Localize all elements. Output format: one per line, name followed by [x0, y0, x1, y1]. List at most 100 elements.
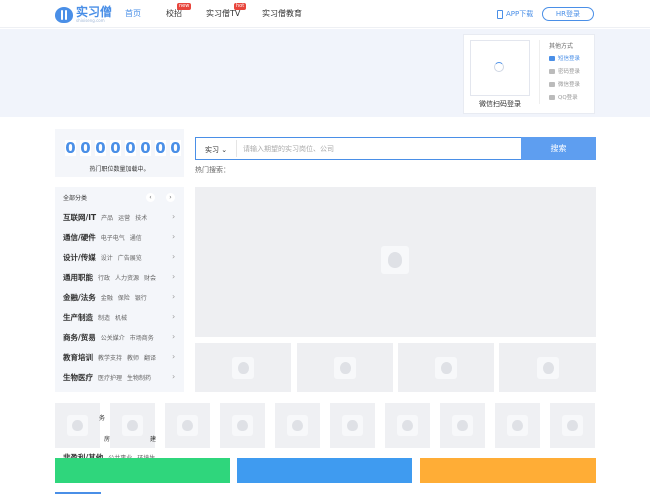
wechat-icon: [549, 81, 555, 87]
category-sub[interactable]: 医疗护理: [98, 373, 122, 382]
chevron-right-icon: ›: [172, 372, 176, 381]
chevron-right-icon: ›: [172, 232, 176, 241]
search-button[interactable]: 搜索: [521, 137, 596, 160]
chevron-right-icon: ›: [172, 292, 176, 301]
image-placeholder-icon: [342, 415, 363, 436]
category-sub[interactable]: 银行: [135, 293, 147, 302]
chevron-right-icon: ›: [172, 272, 176, 281]
category-sub[interactable]: 运营: [118, 213, 130, 222]
hot-search-label: 热门搜索：: [195, 166, 230, 174]
chevron-right-icon: ›: [172, 332, 176, 341]
chevron-right-icon: ›: [172, 212, 176, 221]
new-badge: new: [177, 3, 192, 10]
job-counter: 0 0 0 0 0 0 0 0: [65, 140, 181, 156]
chevron-right-icon: ›: [172, 312, 176, 321]
login-option-sms[interactable]: 短信登录: [549, 54, 580, 62]
category-sub[interactable]: 广告展览: [118, 253, 142, 262]
feature-bar-blue[interactable]: [237, 458, 412, 483]
app-download-link[interactable]: APP下载: [497, 9, 533, 19]
category-main: 金融/法务: [63, 292, 96, 302]
category-row[interactable]: 金融/法务 金融 保险 银行: [63, 291, 181, 303]
category-row[interactable]: 生物医疗 医疗护理 生物制药: [63, 371, 181, 383]
category-main: 通信/硬件: [63, 232, 96, 242]
mail-icon: [549, 55, 555, 61]
chevron-down-icon: ⌄: [221, 146, 228, 154]
active-tab-underline: [55, 492, 101, 494]
category-sub[interactable]: 市场商务: [130, 333, 154, 342]
counter-digit: 0: [170, 139, 181, 157]
logo-icon: [55, 7, 73, 23]
image-placeholder-icon: [287, 415, 308, 436]
category-sub[interactable]: 教师: [127, 353, 139, 362]
hot-badge: hot: [234, 3, 247, 10]
counter-digit: 0: [65, 139, 76, 157]
category-sub[interactable]: 公关媒介: [101, 333, 125, 342]
site-logo[interactable]: 实习僧 shixiseng.com: [55, 5, 112, 25]
category-main: 通用职能: [63, 272, 93, 282]
category-overflow-text: 建: [150, 436, 157, 443]
category-sub[interactable]: 制造: [98, 313, 110, 322]
nav-education[interactable]: 实习僧教育: [262, 0, 302, 28]
category-main: 生物医疗: [63, 372, 93, 382]
login-divider: [539, 40, 540, 104]
category-row[interactable]: 商务/贸易 公关媒介 市场商务: [63, 331, 181, 343]
search-type-select[interactable]: 实习 ⌄: [205, 145, 227, 155]
category-sub[interactable]: 设计: [101, 253, 113, 262]
category-sub[interactable]: 产品: [101, 213, 113, 222]
category-main: 互联网/IT: [63, 212, 97, 222]
login-option-qq[interactable]: QQ登录: [549, 93, 578, 101]
chevron-right-icon: ›: [172, 352, 176, 361]
category-sub[interactable]: 通信: [130, 233, 142, 242]
image-placeholder-icon: [381, 246, 409, 274]
login-option-password[interactable]: 密码登录: [549, 67, 580, 75]
category-row[interactable]: 教育培训 教学支持 教师 翻译: [63, 351, 181, 363]
search-separator: [236, 140, 237, 157]
image-placeholder-icon: [397, 415, 418, 436]
category-sub[interactable]: 技术: [135, 213, 147, 222]
category-row[interactable]: 设计/传媒 设计 广告展览: [63, 251, 181, 263]
image-placeholder-icon: [67, 415, 88, 436]
hr-login-button[interactable]: HR登录: [542, 7, 594, 21]
feature-bar-green[interactable]: [55, 458, 230, 483]
category-sub[interactable]: 行政: [98, 273, 110, 282]
feature-bar-orange[interactable]: [420, 458, 596, 483]
category-sub[interactable]: 电子电气: [101, 233, 125, 242]
login-option-wechat[interactable]: 微信登录: [549, 80, 580, 88]
app-download-label: APP下载: [506, 10, 534, 18]
counter-label: 热门职位数量加载中。: [89, 166, 150, 173]
chevron-right-icon[interactable]: ›: [166, 193, 175, 202]
image-placeholder-icon: [537, 357, 559, 379]
image-placeholder-icon: [122, 415, 143, 436]
category-sub[interactable]: 保险: [118, 293, 130, 302]
counter-digit: 0: [110, 139, 121, 157]
chevron-left-icon[interactable]: ‹: [146, 193, 155, 202]
lock-icon: [549, 68, 555, 74]
category-overflow-text: 务: [99, 415, 106, 422]
category-row[interactable]: 通用职能 行政 人力资源 财会: [63, 271, 181, 283]
category-row[interactable]: 通信/硬件 电子电气 通信: [63, 231, 181, 243]
image-placeholder-icon: [232, 415, 253, 436]
category-row[interactable]: 互联网/IT 产品 运营 技术: [63, 211, 181, 223]
category-row[interactable]: 生产制造 制造 机械: [63, 311, 181, 323]
category-sub[interactable]: 教学支持: [98, 353, 122, 362]
counter-digit: 0: [80, 139, 91, 157]
chevron-right-icon: ›: [172, 252, 176, 261]
category-sub[interactable]: 生物制药: [127, 373, 151, 382]
image-placeholder-icon: [562, 415, 583, 436]
category-sub[interactable]: 翻译: [144, 353, 156, 362]
search-input[interactable]: [243, 139, 513, 158]
category-sub[interactable]: 金融: [101, 293, 113, 302]
category-sub[interactable]: 人力资源: [115, 273, 139, 282]
image-placeholder-icon: [232, 357, 254, 379]
nav-home[interactable]: 首页: [125, 0, 141, 28]
counter-digit: 0: [125, 139, 136, 157]
other-login-title: 其他方式: [549, 43, 574, 50]
category-sub[interactable]: 机械: [115, 313, 127, 322]
category-header: 全部分类: [63, 195, 88, 202]
counter-digit: 0: [155, 139, 166, 157]
image-placeholder-icon: [435, 357, 457, 379]
category-sub[interactable]: 财会: [144, 273, 156, 282]
image-placeholder-icon: [177, 415, 198, 436]
image-placeholder-icon: [334, 357, 356, 379]
qq-icon: [549, 94, 555, 100]
